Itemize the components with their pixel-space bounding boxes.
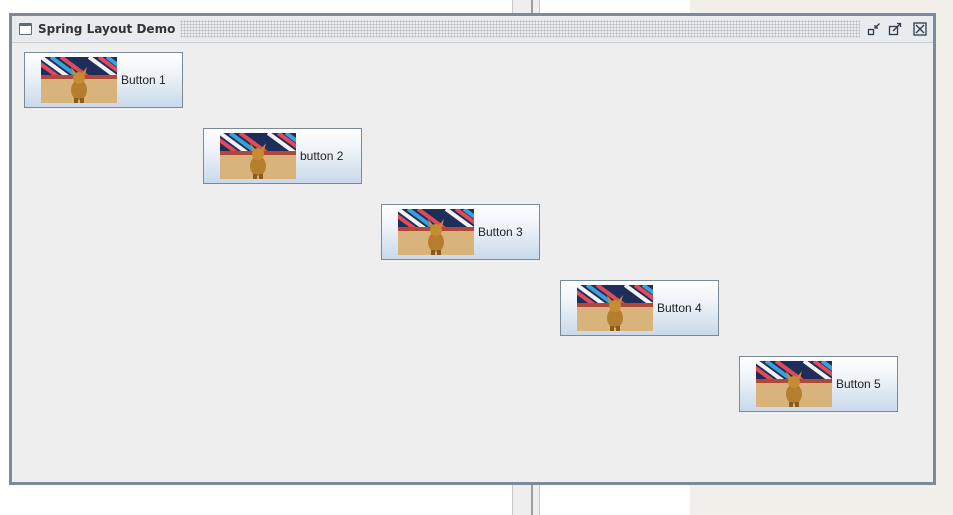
button-label: Button 5 xyxy=(836,377,881,391)
photo-thumbnail xyxy=(756,361,832,407)
maximize-icon[interactable] xyxy=(887,21,903,37)
photo-thumbnail xyxy=(220,133,296,179)
button-label: button 2 xyxy=(300,149,344,163)
iconify-icon[interactable] xyxy=(866,21,882,37)
content-pane: Button 1 button 2 Button 3 Button 4 Butt… xyxy=(12,43,933,482)
button-2[interactable]: button 2 xyxy=(203,128,362,184)
internal-frame: Spring Layout Demo Button 1 button 2 But… xyxy=(9,13,936,485)
button-3[interactable]: Button 3 xyxy=(381,204,540,260)
button-4[interactable]: Button 4 xyxy=(560,280,719,336)
title-bar-grip[interactable] xyxy=(180,20,860,38)
title-bar[interactable]: Spring Layout Demo xyxy=(12,16,933,43)
photo-thumbnail xyxy=(41,57,117,103)
button-5[interactable]: Button 5 xyxy=(739,356,898,412)
photo-thumbnail xyxy=(577,285,653,331)
button-label: Button 3 xyxy=(478,225,523,239)
photo-thumbnail xyxy=(398,209,474,255)
window-icon xyxy=(19,23,32,35)
button-label: Button 1 xyxy=(121,73,166,87)
button-label: Button 4 xyxy=(657,301,702,315)
button-1[interactable]: Button 1 xyxy=(24,52,183,108)
close-icon[interactable] xyxy=(912,21,928,37)
window-title: Spring Layout Demo xyxy=(38,22,176,36)
